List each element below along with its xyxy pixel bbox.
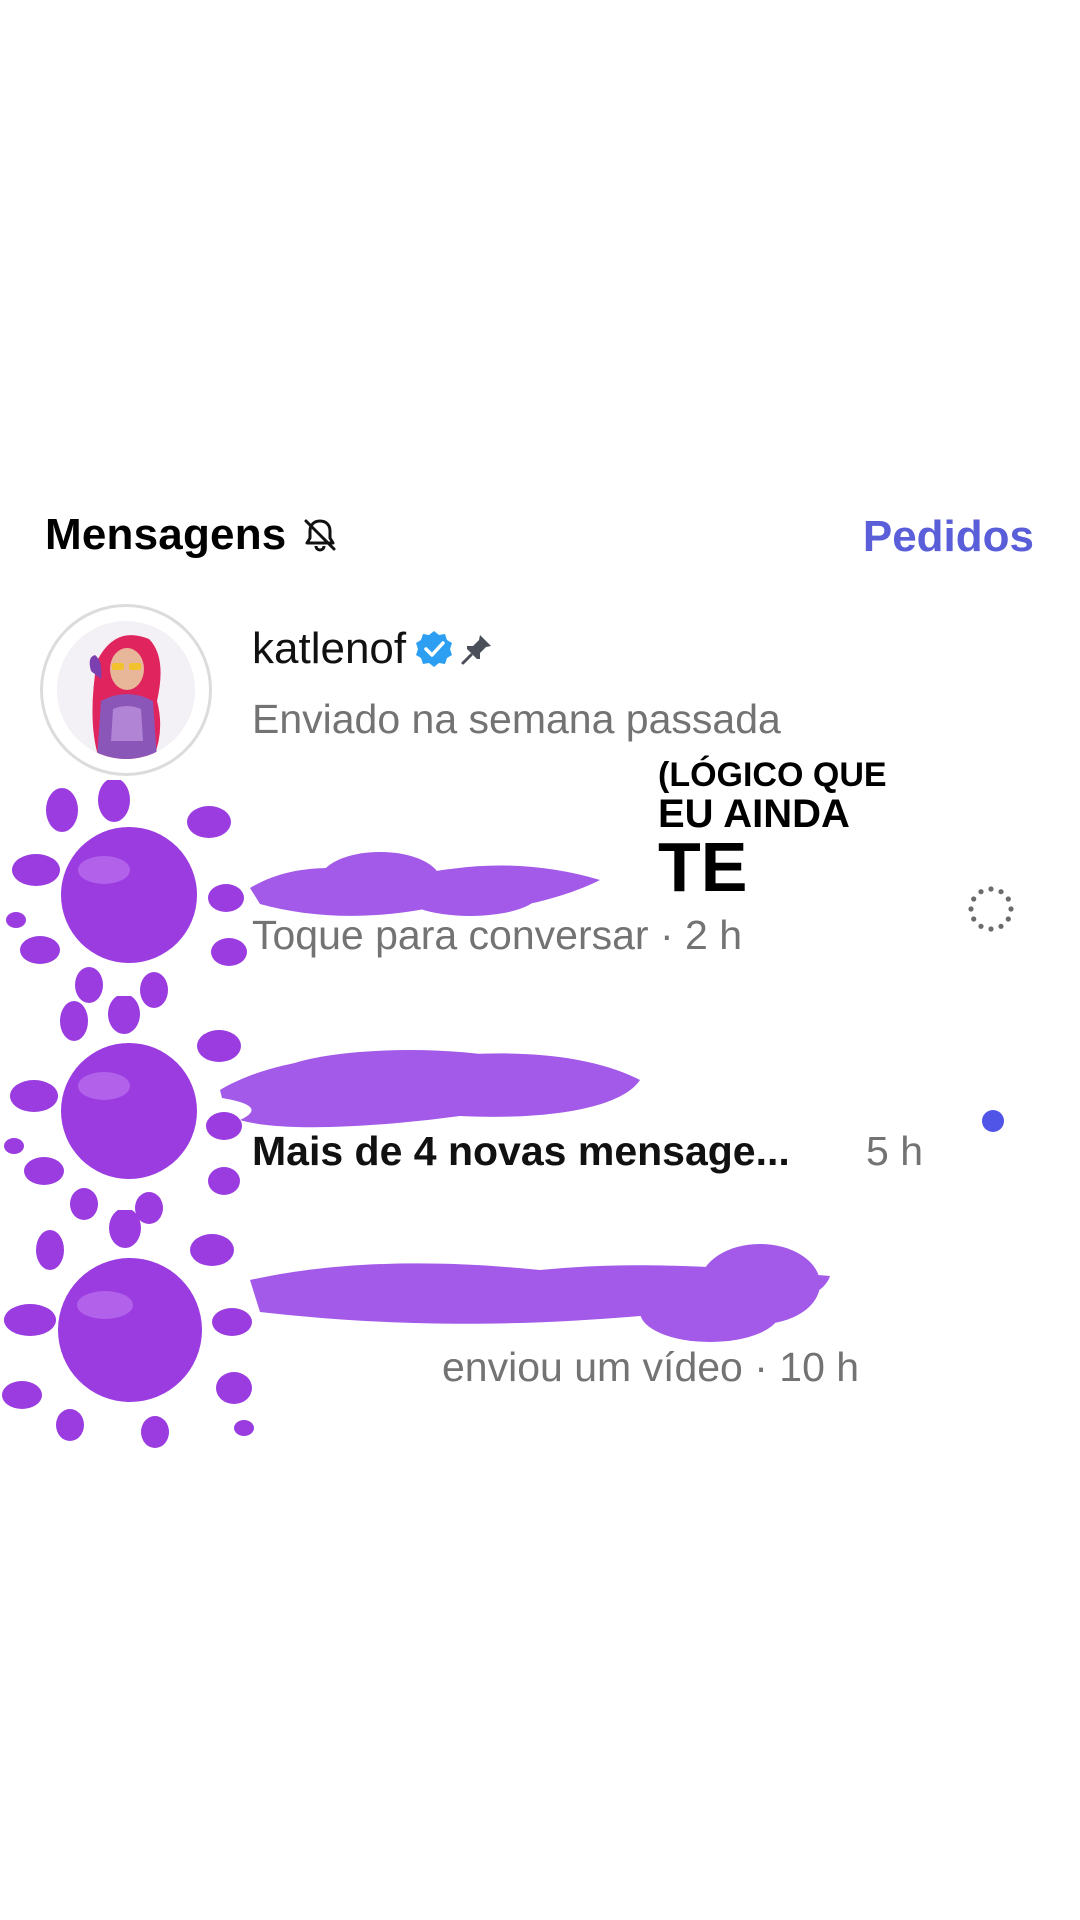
- loading-spinner-icon: [968, 886, 1014, 932]
- page-title: Mensagens: [45, 510, 287, 559]
- purple-splat-sticker: [4, 996, 242, 1224]
- redaction-scribble: [220, 1050, 640, 1128]
- redaction-scribble: [250, 852, 600, 916]
- text-sticker-overlay: (LÓGICO QUE EU AINDA TE: [658, 758, 908, 902]
- verified-badge-icon: [416, 631, 453, 667]
- bell-off-icon[interactable]: [300, 515, 340, 555]
- profile-photo-icon: [57, 621, 195, 759]
- pin-icon: [461, 635, 492, 665]
- messages-screen: Mensagens Pedidos katlenof Enviado na se…: [0, 0, 1080, 1920]
- redaction-scribble: [250, 1244, 830, 1342]
- messages-header: Mensagens Pedidos: [0, 500, 1080, 580]
- thread-subtitle: enviou um vídeo · 10 h: [442, 1344, 860, 1390]
- thread-time: 5 h: [866, 1128, 923, 1174]
- sticker-line-1: (LÓGICO QUE: [658, 756, 887, 794]
- avatar[interactable]: [40, 604, 212, 776]
- title-group: Mensagens: [45, 510, 340, 560]
- unread-indicator: [982, 1110, 1004, 1132]
- thread-row-katlenof[interactable]: katlenof Enviado na semana passada: [0, 604, 1080, 804]
- avatar-photo: [57, 621, 195, 759]
- sticker-line-3: TE: [658, 828, 748, 906]
- purple-splat-sticker: [6, 780, 247, 1008]
- thread-name: katlenof: [252, 624, 494, 674]
- username-label: katlenof: [252, 624, 407, 673]
- requests-link[interactable]: Pedidos: [863, 512, 1034, 562]
- thread-subtitle: Enviado na semana passada: [252, 696, 781, 742]
- purple-splat-sticker: [2, 1210, 254, 1448]
